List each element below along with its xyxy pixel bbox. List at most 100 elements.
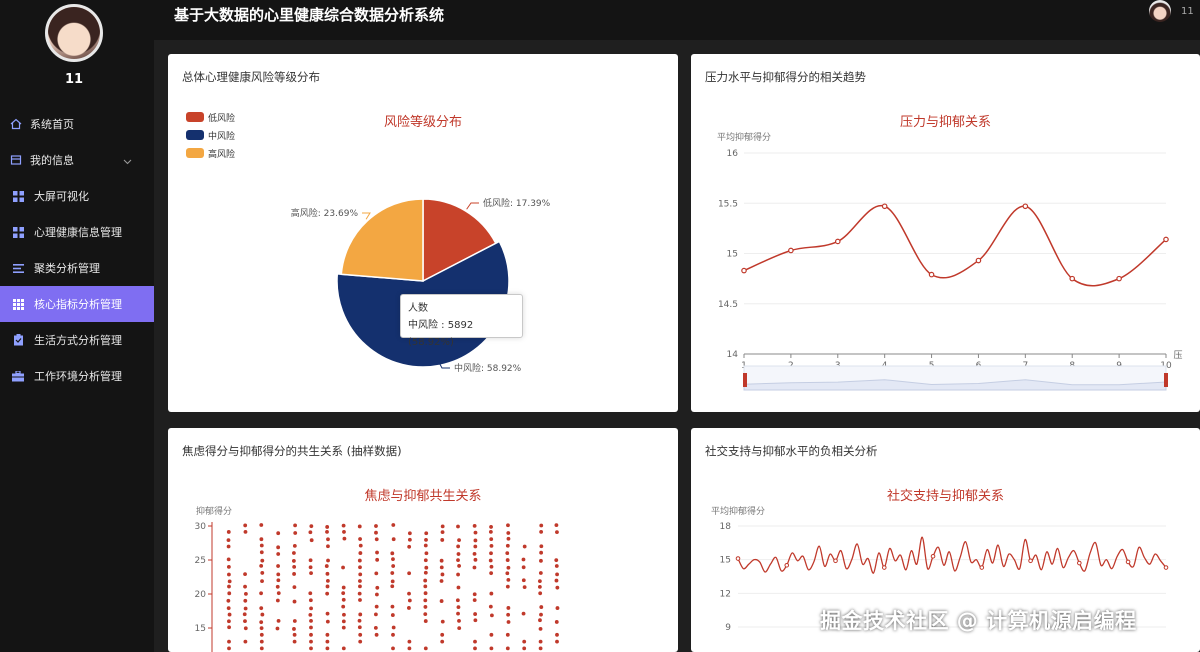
scatter-point (375, 557, 380, 562)
scatter-point (374, 632, 379, 637)
sidebar: 11 系统首页 我的信息 大屏可视化 心理健康信息管理 聚类分析管理 核心指标分… (0, 0, 154, 652)
sidebar-item-my-info[interactable]: 我的信息 (0, 142, 154, 178)
scatter-point (505, 584, 510, 589)
scatter-point (374, 604, 379, 609)
legend-label: 高风险 (208, 148, 235, 160)
scatter-point (259, 563, 264, 568)
scatter-point (243, 529, 248, 534)
scatter-point (554, 523, 559, 528)
scatter-point (243, 626, 248, 631)
scatter-point (325, 571, 330, 576)
sidebar-item-home[interactable]: 系统首页 (0, 106, 154, 142)
sidebar-item-clustering[interactable]: 聚类分析管理 (0, 250, 154, 286)
scatter-point (423, 558, 428, 563)
scatter-point (555, 585, 560, 590)
scatter-point (292, 572, 296, 576)
scatter-point (308, 598, 313, 603)
sidebar-item-lifestyle[interactable]: 生活方式分析管理 (0, 322, 154, 358)
scatter-point (358, 543, 363, 548)
scatter-point (259, 523, 264, 527)
scatter-point (275, 584, 280, 589)
scatter-point (407, 544, 412, 549)
scatter-point (242, 612, 247, 617)
scatter-point (342, 530, 346, 534)
sidebar-item-core-metrics[interactable]: 核心指标分析管理 (0, 286, 154, 322)
scatter-point (227, 591, 232, 596)
scatter-point (276, 552, 281, 556)
y-tick-label: 15 (195, 624, 206, 634)
scatter-point (554, 564, 559, 568)
scatter-point (292, 551, 296, 555)
x-axis-label: 压 (1173, 350, 1182, 361)
scatter-point (407, 646, 412, 651)
sidebar-item-dashboard[interactable]: 大屏可视化 (0, 178, 154, 214)
scatter-point (309, 632, 313, 637)
scatter-point (473, 618, 478, 623)
scatter-point (243, 606, 248, 611)
sidebar-item-label: 心理健康信息管理 (34, 226, 122, 239)
scatter-point (357, 618, 362, 623)
scatter-point (538, 591, 543, 596)
scatter-point (276, 531, 281, 536)
scatter-point (554, 578, 559, 583)
y-tick-label: 15 (720, 556, 731, 566)
scatter-point (489, 551, 493, 556)
scatter-point (489, 564, 494, 569)
scatter-point (342, 536, 347, 541)
scatter-point (227, 625, 231, 630)
scatter-point (243, 619, 247, 624)
scatter-point (341, 565, 345, 570)
scatter-point (259, 646, 264, 651)
avatar[interactable] (45, 4, 103, 62)
scatter-point (292, 564, 297, 569)
sidebar-item-label: 核心指标分析管理 (34, 298, 122, 311)
scatter-point (276, 572, 281, 577)
scatter-point (227, 572, 231, 577)
scatter-point (472, 598, 477, 603)
scatter-point (456, 605, 461, 610)
scatter-point (456, 544, 461, 549)
scatter-point (440, 619, 445, 624)
scatter-point (292, 632, 297, 637)
scatter-point (423, 591, 428, 596)
y-tick-label: 25 (195, 556, 206, 566)
scatter-point (391, 557, 395, 562)
scatter-point (506, 523, 510, 528)
scatter-point (227, 584, 231, 589)
legend-label: 低风险 (208, 112, 235, 124)
scatter-point (358, 598, 362, 602)
scatter-point (522, 646, 527, 651)
scatter-point (243, 523, 248, 528)
sidebar-item-mental-health[interactable]: 心理健康信息管理 (0, 214, 154, 250)
scatter-point (390, 571, 395, 575)
scatter-point (555, 632, 559, 637)
top-username[interactable]: 11 (1181, 6, 1194, 17)
scatter-point (325, 584, 330, 589)
scatter-point (226, 565, 231, 569)
sidebar-item-work-environment[interactable]: 工作环境分析管理 (0, 358, 154, 394)
scatter-point (309, 646, 313, 651)
scatter-point (358, 639, 363, 644)
scatter-point (292, 599, 297, 604)
scatter-point (440, 524, 445, 529)
stress-trend-card: 压力水平与抑郁得分的相关趋势 压力与抑郁关系 平均抑郁得分 16 15.5 15 14.… (691, 54, 1200, 412)
scatter-point (489, 646, 494, 651)
scatter-point (407, 591, 411, 596)
scatter-point (341, 646, 346, 651)
scatter-point (555, 639, 559, 644)
stress-line-chart: 平均抑郁得分1615.51514.51412345678910压 (717, 131, 1183, 391)
scatter-point (227, 639, 231, 644)
scatter-point (439, 599, 444, 603)
scatter-point (341, 597, 346, 602)
data-point (788, 247, 794, 254)
pie-label: 中风险: 58.92% (454, 362, 522, 374)
scatter-point (341, 625, 346, 630)
sidebar-menu: 系统首页 我的信息 大屏可视化 心理健康信息管理 聚类分析管理 核心指标分析管理… (0, 106, 154, 394)
scatter-point (293, 523, 297, 528)
scatter-point (521, 557, 526, 562)
scatter-point (456, 558, 460, 563)
y-tick-label: 30 (195, 522, 207, 532)
scatter-point (539, 529, 544, 534)
user-avatar-icon[interactable] (1149, 0, 1171, 22)
scatter-point (521, 565, 526, 570)
